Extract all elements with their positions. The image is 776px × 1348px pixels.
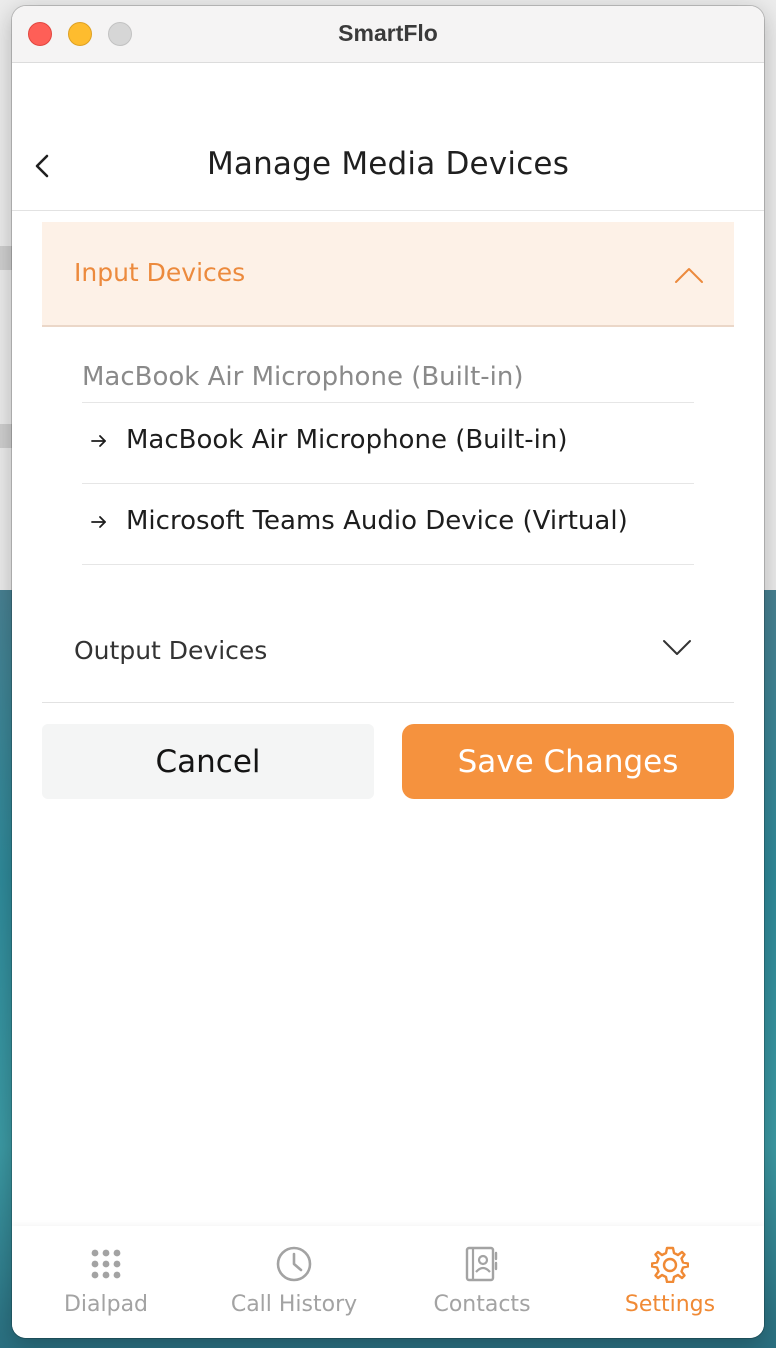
output-devices-label: Output Devices <box>74 636 268 665</box>
bottom-navigation: Dialpad Call History Contacts Settings <box>12 1226 764 1338</box>
input-device-option-label: MacBook Air Microphone (Built-in) <box>126 425 568 455</box>
input-device-option-label: Microsoft Teams Audio Device (Virtual) <box>126 506 628 536</box>
window-title: SmartFlo <box>338 20 438 46</box>
selected-input-device[interactable]: MacBook Air Microphone (Built-in) <box>82 362 524 392</box>
app-window: SmartFlo Manage Media Devices Input Devi… <box>12 6 764 1338</box>
input-devices-label: Input Devices <box>74 258 246 287</box>
title-bar[interactable]: SmartFlo <box>12 6 764 63</box>
nav-label: Settings <box>624 1292 716 1317</box>
save-changes-button[interactable]: Save Changes <box>402 724 734 799</box>
page-title: Manage Media Devices <box>206 146 570 182</box>
dialpad-icon <box>91 1249 121 1279</box>
nav-label: Call History <box>230 1292 358 1317</box>
gear-icon <box>651 1246 689 1283</box>
contacts-icon <box>465 1246 498 1282</box>
chevron-up-icon <box>675 268 703 283</box>
nav-label: Dialpad <box>63 1292 149 1317</box>
input-devices-accordion-header[interactable]: Input Devices <box>42 222 734 327</box>
header-divider <box>12 210 764 211</box>
nav-item-call-history[interactable]: Call History <box>200 1226 388 1338</box>
input-device-option[interactable]: MacBook Air Microphone (Built-in) <box>82 403 694 484</box>
output-devices-accordion-header[interactable]: Output Devices <box>42 606 734 703</box>
nav-item-contacts[interactable]: Contacts <box>388 1226 576 1338</box>
nav-item-dialpad[interactable]: Dialpad <box>12 1226 200 1338</box>
chevron-down-icon <box>663 640 691 655</box>
cancel-button[interactable]: Cancel <box>42 724 374 799</box>
nav-item-settings[interactable]: Settings <box>576 1226 764 1338</box>
arrow-right-icon <box>91 435 106 447</box>
nav-label: Contacts <box>433 1292 531 1317</box>
arrow-right-icon <box>91 516 106 528</box>
input-device-option[interactable]: Microsoft Teams Audio Device (Virtual) <box>82 484 694 565</box>
clock-icon <box>276 1246 312 1282</box>
